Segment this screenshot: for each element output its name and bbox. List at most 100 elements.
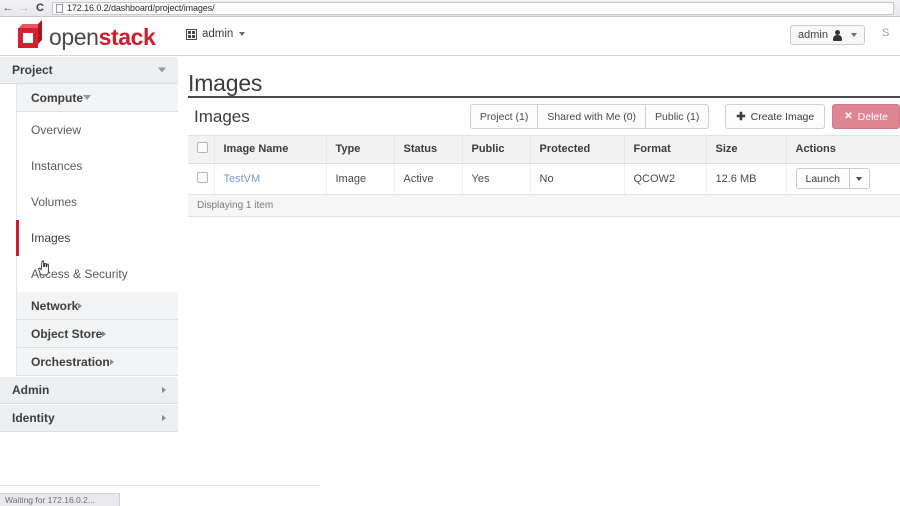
chevron-down-icon: [239, 32, 246, 36]
select-all-checkbox[interactable]: [197, 142, 208, 154]
column-header-actions: Actions: [786, 136, 900, 164]
chevron-right-icon: [102, 330, 107, 337]
sidebar-sub-orchestration[interactable]: Orchestration: [16, 348, 178, 376]
sidebar-item-overview[interactable]: Overview: [16, 112, 178, 148]
sidebar-sub-network[interactable]: Network: [16, 292, 178, 320]
panel-title: Images: [194, 106, 250, 126]
chevron-down-icon: [851, 33, 857, 37]
user-menu-button[interactable]: admin: [790, 25, 865, 45]
signout-menu-cutoff[interactable]: S: [882, 27, 896, 39]
chevron-down-icon: [158, 67, 166, 73]
filter-shared-with-me-button[interactable]: Shared with Me (0): [537, 104, 646, 129]
sidebar-group-label: Identity: [12, 411, 55, 425]
sidebar: Project Compute Overview Instances Volum…: [0, 56, 178, 506]
forward-arrow-icon[interactable]: →: [16, 1, 32, 15]
browser-chrome: ← → C 172.16.0.2/dashboard/project/image…: [0, 0, 900, 17]
sidebar-sub-label: Network: [31, 298, 79, 313]
column-header-status[interactable]: Status: [394, 136, 463, 164]
sidebar-item-instances[interactable]: Instances: [16, 148, 178, 184]
delete-images-button[interactable]: ✕ Delete: [832, 104, 900, 129]
user-avatar-icon: [833, 29, 842, 41]
sidebar-group-identity[interactable]: Identity: [0, 404, 178, 432]
sidebar-item-volumes[interactable]: Volumes: [16, 184, 178, 220]
sidebar-item-images[interactable]: Images: [16, 220, 178, 256]
sidebar-sub-label: Compute: [31, 90, 83, 105]
images-panel: Images Project (1) Shared with Me (0) Pu…: [188, 98, 900, 217]
status-bar: Waiting for 172.16.0.2...: [0, 493, 120, 506]
chevron-right-icon: [109, 358, 114, 365]
close-icon: ✕: [844, 111, 853, 122]
image-name-link[interactable]: TestVM: [224, 173, 261, 185]
sidebar-group-label: Admin: [12, 383, 50, 397]
sidebar-sub-label: Object Store: [31, 326, 103, 341]
chevron-right-icon: [162, 387, 166, 393]
main-content: Images Images Project (1) Shared with Me…: [178, 56, 900, 506]
launch-button[interactable]: Launch: [795, 168, 850, 189]
cell-protected: No: [530, 163, 625, 195]
cell-image-name: TestVM: [214, 163, 327, 195]
create-image-button[interactable]: ✚ Create Image: [725, 104, 826, 129]
status-bar-backdrop: [0, 485, 320, 493]
select-all-header: [188, 136, 215, 164]
sidebar-item-label: Access & Security: [31, 267, 128, 281]
column-header-type[interactable]: Type: [326, 136, 395, 164]
sidebar-group-project[interactable]: Project: [0, 56, 178, 84]
filter-project-button[interactable]: Project (1): [469, 104, 538, 129]
sidebar-group-admin[interactable]: Admin: [0, 376, 178, 404]
column-header-protected[interactable]: Protected: [530, 136, 625, 164]
sidebar-item-access-and-security[interactable]: Access & Security: [16, 256, 178, 292]
brand-wordmark: openstack: [49, 23, 156, 50]
openstack-cube-icon: [16, 20, 43, 50]
chevron-right-icon: [162, 415, 166, 421]
filter-public-button[interactable]: Public (1): [645, 104, 710, 129]
sidebar-item-label: Overview: [31, 123, 82, 137]
cell-public: Yes: [462, 163, 531, 195]
table-footer: Displaying 1 item: [188, 194, 900, 217]
cell-size: 12.6 MB: [706, 163, 787, 195]
delete-label: Delete: [857, 110, 888, 123]
chevron-down-icon: [83, 95, 91, 100]
row-actions-dropdown-toggle[interactable]: [849, 168, 870, 189]
column-header-image-name[interactable]: Image Name: [214, 136, 327, 164]
back-arrow-icon[interactable]: ←: [0, 1, 16, 15]
page-title: Images: [188, 69, 263, 96]
cell-type: Image: [326, 163, 395, 195]
page-viewport: openstack admin admin S Project Compute …: [0, 17, 900, 506]
panel-header: Images Project (1) Shared with Me (0) Pu…: [188, 98, 900, 136]
table-row: TestVM Image Active Yes No QCOW2 12.6 MB…: [188, 163, 900, 195]
chevron-right-icon: [78, 302, 83, 309]
sidebar-sub-compute[interactable]: Compute: [16, 84, 178, 112]
chevron-down-icon: [856, 176, 863, 181]
sidebar-item-label: Instances: [31, 159, 83, 173]
create-image-label: Create Image: [750, 110, 815, 123]
sidebar-sub-label: Orchestration: [31, 354, 110, 369]
plus-icon: ✚: [736, 111, 746, 123]
panel-actions: Project (1) Shared with Me (0) Public (1…: [469, 104, 900, 129]
sidebar-item-label: Images: [31, 231, 71, 245]
openstack-logo[interactable]: openstack: [16, 20, 156, 50]
brand-open-text: open: [49, 23, 99, 50]
url-bar[interactable]: 172.16.0.2/dashboard/project/images/: [52, 1, 894, 15]
filter-button-group: Project (1) Shared with Me (0) Public (1…: [469, 104, 710, 129]
project-switcher-label: admin: [202, 28, 234, 40]
sidebar-item-label: Volumes: [31, 195, 78, 209]
brand-stack-text: stack: [98, 23, 156, 50]
dashboard-topbar: openstack admin admin S: [0, 17, 900, 56]
grid-icon: [186, 28, 197, 40]
user-menu-label: admin: [798, 29, 828, 41]
table-header-row: Image Name Type Status Public Protected …: [188, 136, 900, 164]
reload-glyph: C: [36, 1, 44, 14]
cell-actions: Launch: [786, 163, 900, 195]
row-select-cell: [188, 163, 215, 195]
page-header: Images: [178, 56, 900, 95]
sidebar-sub-object-store[interactable]: Object Store: [16, 320, 178, 348]
column-header-public[interactable]: Public: [462, 136, 531, 164]
reload-icon[interactable]: C: [32, 1, 48, 15]
cell-status: Active: [394, 163, 463, 195]
row-action-split-button: Launch: [795, 168, 870, 189]
page-document-icon: [56, 3, 63, 13]
column-header-format[interactable]: Format: [624, 136, 707, 164]
project-switcher[interactable]: admin: [186, 28, 246, 40]
row-checkbox[interactable]: [197, 171, 208, 183]
column-header-size[interactable]: Size: [706, 136, 787, 164]
